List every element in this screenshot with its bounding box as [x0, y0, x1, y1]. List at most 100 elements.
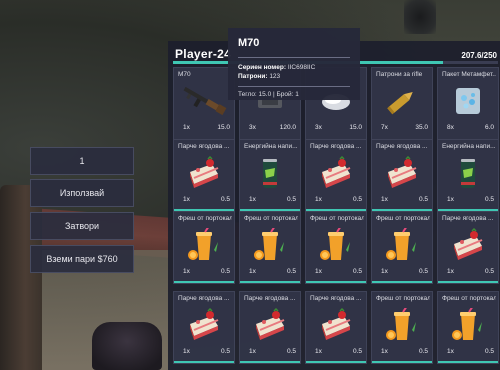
background-figure: [404, 0, 436, 34]
slot-weight: 0.5: [286, 268, 296, 275]
background-bag: [92, 322, 162, 370]
slot-count: 1x: [249, 196, 256, 203]
slot-count: 1x: [447, 348, 454, 355]
close-button[interactable]: Затвори: [30, 212, 134, 240]
slot-weight: 0.5: [418, 348, 428, 355]
tooltip-title: M70: [238, 37, 260, 49]
cake-icon: [306, 307, 366, 342]
amount-field[interactable]: 1: [30, 147, 134, 175]
slot-name: Фреш от портокал: [310, 215, 364, 222]
slot-durability-bar: [372, 361, 432, 363]
inventory-slot[interactable]: Фреш от портокал 1x 0.5: [305, 211, 367, 284]
inventory-slot[interactable]: Патрони за rifle 7x 35.0: [371, 67, 433, 140]
cake-icon: [372, 155, 432, 190]
inventory-slot[interactable]: Енергийна напи... 1x 0.5: [239, 139, 301, 212]
slot-durability-bar: [438, 281, 498, 283]
cake-icon: [174, 155, 234, 190]
slot-name: M70: [178, 71, 191, 78]
slot-count: 1x: [315, 196, 322, 203]
slot-name: Парче ягодова ...: [310, 295, 362, 302]
slot-weight: 0.5: [352, 348, 362, 355]
slot-count: 3x: [315, 124, 322, 131]
slot-weight: 6.0: [484, 124, 494, 131]
tooltip-ammo-row: Патрони: 123: [238, 72, 350, 81]
slot-weight: 15.0: [349, 124, 362, 131]
inventory-slot[interactable]: M70 1x 15.0: [173, 67, 235, 140]
slot-weight: 0.5: [220, 268, 230, 275]
slot-weight: 0.5: [484, 348, 494, 355]
inventory-slot[interactable]: Парче ягодова ... 1x 0.5: [305, 139, 367, 212]
slot-name: Пакет Метамфет...: [442, 71, 496, 78]
slot-count: 1x: [183, 348, 190, 355]
slot-name: Парче ягодова ...: [178, 143, 230, 150]
take-money-button[interactable]: Вземи пари $760: [30, 245, 134, 273]
inventory-slot[interactable]: Фреш от портокал 1x 0.5: [371, 211, 433, 284]
tooltip-divider: [238, 57, 350, 58]
slot-durability-bar: [372, 281, 432, 283]
slot-name: Парче ягодова ...: [442, 215, 494, 222]
slot-durability-bar: [438, 361, 498, 363]
orange-juice-icon: [372, 227, 432, 262]
slot-count: 1x: [315, 348, 322, 355]
inventory-slot[interactable]: Фреш от портокал 1x 0.5: [371, 291, 433, 364]
inventory-slot[interactable]: Фреш от портокал 1x 0.5: [437, 291, 499, 364]
orange-juice-icon: [372, 307, 432, 342]
slot-weight: 0.5: [484, 268, 494, 275]
slot-weight: 0.5: [286, 348, 296, 355]
inventory-slot[interactable]: Парче ягодова ... 1x 0.5: [239, 291, 301, 364]
inventory-slot[interactable]: Парче ягодова ... 1x 0.5: [305, 291, 367, 364]
tooltip-footer: Тегло: 15.0 | Брой: 1: [238, 91, 299, 98]
cake-icon: [240, 307, 300, 342]
orange-juice-icon: [306, 227, 366, 262]
slot-name: Фреш от портокал: [376, 215, 430, 222]
inventory-slot[interactable]: Парче ягодова ... 1x 0.5: [173, 139, 235, 212]
inventory-slot[interactable]: Фреш от портокал 1x 0.5: [173, 211, 235, 284]
cake-icon: [306, 155, 366, 190]
use-button[interactable]: Използвай: [30, 179, 134, 207]
slot-count: 1x: [381, 268, 388, 275]
orange-juice-icon: [438, 307, 498, 342]
slot-name: Парче ягодова ...: [244, 295, 296, 302]
inventory-slot[interactable]: Парче ягодова ... 1x 0.5: [437, 211, 499, 284]
orange-juice-icon: [174, 227, 234, 262]
slot-name: Фреш от портокал: [178, 215, 232, 222]
slot-durability-bar: [174, 361, 234, 363]
slot-weight: 0.5: [484, 196, 494, 203]
cake-icon: [438, 227, 498, 262]
slot-weight: 0.5: [220, 348, 230, 355]
tooltip-ammo-label: Патрони:: [238, 73, 268, 80]
slot-count: 1x: [183, 124, 190, 131]
slot-count: 1x: [447, 268, 454, 275]
tooltip-ammo-value: 123: [269, 73, 281, 80]
slot-weight: 0.5: [418, 196, 428, 203]
slot-name: Енергийна напи...: [442, 143, 496, 150]
slot-weight: 0.5: [418, 268, 428, 275]
inventory-slot[interactable]: Пакет Метамфет... 8x 6.0: [437, 67, 499, 140]
slot-count: 3x: [249, 124, 256, 131]
slot-name: Енергийна напи...: [244, 143, 298, 150]
inventory-slot[interactable]: Парче ягодова ... 1x 0.5: [173, 291, 235, 364]
slot-count: 1x: [249, 348, 256, 355]
inventory-slot[interactable]: Енергийна напи... 1x 0.5: [437, 139, 499, 212]
meth-bag-icon: [438, 83, 498, 118]
slot-weight: 35.0: [415, 124, 428, 131]
slot-name: Парче ягодова ...: [376, 143, 428, 150]
tooltip-serial-row: Сериен номер: IIC698IIC: [238, 63, 350, 72]
inventory-slot[interactable]: Парче ягодова ... 1x 0.5: [371, 139, 433, 212]
slot-count: 1x: [249, 268, 256, 275]
slot-name: Парче ягодова ...: [310, 143, 362, 150]
slot-durability-bar: [174, 281, 234, 283]
slot-weight: 0.5: [286, 196, 296, 203]
slot-durability-bar: [240, 361, 300, 363]
inventory-slot[interactable]: Фреш от портокал 1x 0.5: [239, 211, 301, 284]
slot-weight: 120.0: [279, 124, 296, 131]
slot-count: 1x: [183, 196, 190, 203]
inventory-weight: 207.6/250: [461, 51, 497, 60]
slot-durability-bar: [306, 361, 366, 363]
cake-icon: [174, 307, 234, 342]
inventory-title: Player-24: [175, 47, 232, 61]
slot-durability-bar: [306, 281, 366, 283]
slot-name: Фреш от портокал: [376, 295, 430, 302]
rifle-icon: [174, 83, 234, 118]
slot-count: 8x: [447, 124, 454, 131]
